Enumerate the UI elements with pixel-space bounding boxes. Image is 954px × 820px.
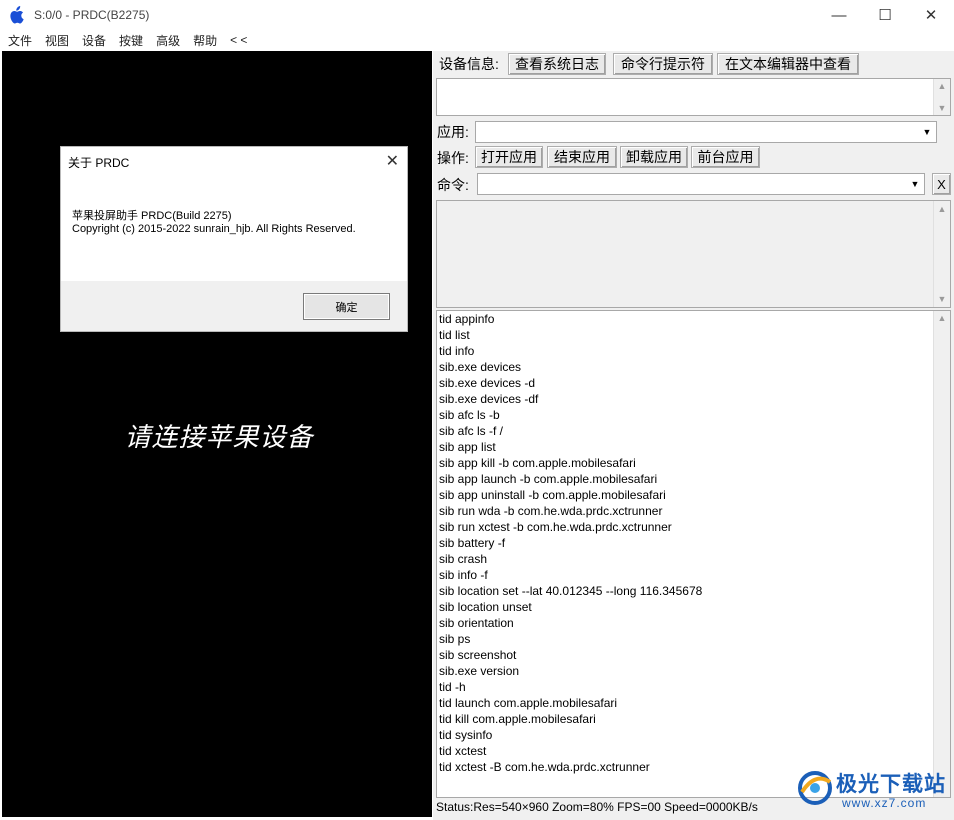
view-in-editor-button[interactable]: 在文本编辑器中查看 — [717, 53, 859, 75]
app-select[interactable]: ▼ — [475, 121, 937, 143]
list-item[interactable]: sib afc ls -b — [437, 407, 950, 423]
menu-advanced[interactable]: 高级 — [156, 32, 180, 49]
list-item[interactable]: tid launch com.apple.mobilesafari — [437, 695, 950, 711]
list-item[interactable]: sib app launch -b com.apple.mobilesafari — [437, 471, 950, 487]
watermark-name: 极光下载站 — [836, 773, 946, 796]
clear-command-button[interactable]: X — [932, 173, 951, 195]
menu-bar: 文件 视图 设备 按键 高级 帮助 < < — [0, 30, 954, 50]
list-item[interactable]: sib app uninstall -b com.apple.mobilesaf… — [437, 487, 950, 503]
scroll-up-icon[interactable]: ▲ — [934, 204, 950, 214]
menu-help[interactable]: 帮助 — [193, 32, 217, 49]
list-item[interactable]: sib app kill -b com.apple.mobilesafari — [437, 455, 950, 471]
list-item[interactable]: tid kill com.apple.mobilesafari — [437, 711, 950, 727]
list-item[interactable]: sib location unset — [437, 599, 950, 615]
app-dropdown-icon[interactable]: ▼ — [919, 123, 935, 141]
dialog-title: 关于 PRDC — [68, 156, 130, 170]
dialog-close-icon[interactable]: ✕ — [386, 151, 399, 171]
command-output-area[interactable]: ▲ ▼ — [436, 200, 951, 308]
foreground-app-button[interactable]: 前台应用 — [691, 146, 760, 168]
list-item[interactable]: sib location set --lat 40.012345 --long … — [437, 583, 950, 599]
window-title: S:0/0 - PRDC(B2275) — [34, 8, 150, 22]
maximize-button[interactable]: ☐ — [862, 0, 908, 30]
command-output-scrollbar[interactable]: ▲ ▼ — [933, 201, 950, 307]
about-product-line: 苹果投屏助手 PRDC(Build 2275) — [72, 210, 232, 222]
uninstall-app-button[interactable]: 卸载应用 — [620, 146, 688, 168]
watermark-url: www.xz7.com — [842, 796, 927, 810]
ok-button[interactable]: 确定 — [303, 293, 390, 320]
device-info-label: 设备信息: — [439, 56, 499, 72]
menu-keys[interactable]: 按键 — [119, 32, 143, 49]
command-input[interactable]: ▼ — [477, 173, 925, 195]
device-info-scrollbar[interactable]: ▲ ▼ — [933, 79, 950, 115]
about-dialog: 关于 PRDC ✕ 苹果投屏助手 PRDC(Build 2275) Copyri… — [60, 146, 408, 332]
menu-collapse-toggle[interactable]: < < — [230, 33, 247, 47]
list-item[interactable]: sib app list — [437, 439, 950, 455]
cmd-label: 命令: — [437, 177, 469, 193]
list-item[interactable]: sib battery -f — [437, 535, 950, 551]
dialog-footer: 确定 — [61, 281, 407, 331]
apple-logo-icon — [10, 6, 24, 24]
title-bar: S:0/0 - PRDC(B2275) — ☐ ✕ — [0, 0, 954, 30]
list-item[interactable]: sib screenshot — [437, 647, 950, 663]
about-copyright-line: Copyright (c) 2015-2022 sunrain_hjb. All… — [72, 223, 356, 235]
minimize-button[interactable]: — — [816, 0, 862, 30]
list-item[interactable]: sib.exe devices -df — [437, 391, 950, 407]
list-item[interactable]: tid xctest — [437, 743, 950, 759]
list-item[interactable]: sib info -f — [437, 567, 950, 583]
connect-device-message: 请连接苹果设备 — [124, 423, 314, 453]
list-item[interactable]: tid -h — [437, 679, 950, 695]
scroll-up-icon[interactable]: ▲ — [934, 313, 950, 323]
watermark: 极光下载站 www.xz7.com — [796, 766, 946, 816]
list-item[interactable]: tid sysinfo — [437, 727, 950, 743]
list-item[interactable]: sib orientation — [437, 615, 950, 631]
view-syslog-button[interactable]: 查看系统日志 — [508, 53, 606, 75]
command-history-list[interactable]: tid appinfo tid list tid info sib.exe devic… — [436, 310, 951, 798]
open-app-button[interactable]: 打开应用 — [475, 146, 543, 168]
list-item[interactable]: sib run wda -b com.he.wda.prdc.xctrunner — [437, 503, 950, 519]
status-bar: Status:Res=540×960 Zoom=80% FPS=00 Speed… — [436, 800, 758, 814]
list-item[interactable]: sib.exe devices — [437, 359, 950, 375]
scroll-down-icon[interactable]: ▼ — [934, 103, 950, 113]
cmd-prompt-button[interactable]: 命令行提示符 — [613, 53, 713, 75]
list-item[interactable]: sib.exe devices -d — [437, 375, 950, 391]
list-item[interactable]: sib ps — [437, 631, 950, 647]
menu-view[interactable]: 视图 — [45, 32, 69, 49]
command-dropdown-icon[interactable]: ▼ — [907, 175, 923, 193]
close-app-button[interactable]: 结束应用 — [547, 146, 617, 168]
list-item[interactable]: tid appinfo — [437, 311, 950, 327]
app-label: 应用: — [437, 124, 469, 140]
scroll-up-icon[interactable]: ▲ — [934, 81, 950, 91]
list-item[interactable]: tid list — [437, 327, 950, 343]
menu-file[interactable]: 文件 — [8, 32, 32, 49]
menu-device[interactable]: 设备 — [82, 32, 106, 49]
ops-label: 操作: — [437, 150, 469, 166]
scroll-down-icon[interactable]: ▼ — [934, 294, 950, 304]
list-item[interactable]: sib afc ls -f / — [437, 423, 950, 439]
list-item[interactable]: sib crash — [437, 551, 950, 567]
history-scrollbar[interactable]: ▲ — [933, 311, 950, 797]
control-panel: 设备信息: 查看系统日志 命令行提示符 在文本编辑器中查看 ▲ ▼ 应用: ▼ … — [433, 51, 954, 820]
list-item[interactable]: sib run xctest -b com.he.wda.prdc.xctrun… — [437, 519, 950, 535]
close-window-button[interactable]: ✕ — [908, 0, 954, 30]
command-history-lines: tid appinfo tid list tid info sib.exe devic… — [437, 311, 950, 775]
device-info-textarea[interactable]: ▲ ▼ — [436, 78, 951, 116]
aurora-logo-icon — [798, 771, 832, 805]
list-item[interactable]: sib.exe version — [437, 663, 950, 679]
list-item[interactable]: tid info — [437, 343, 950, 359]
